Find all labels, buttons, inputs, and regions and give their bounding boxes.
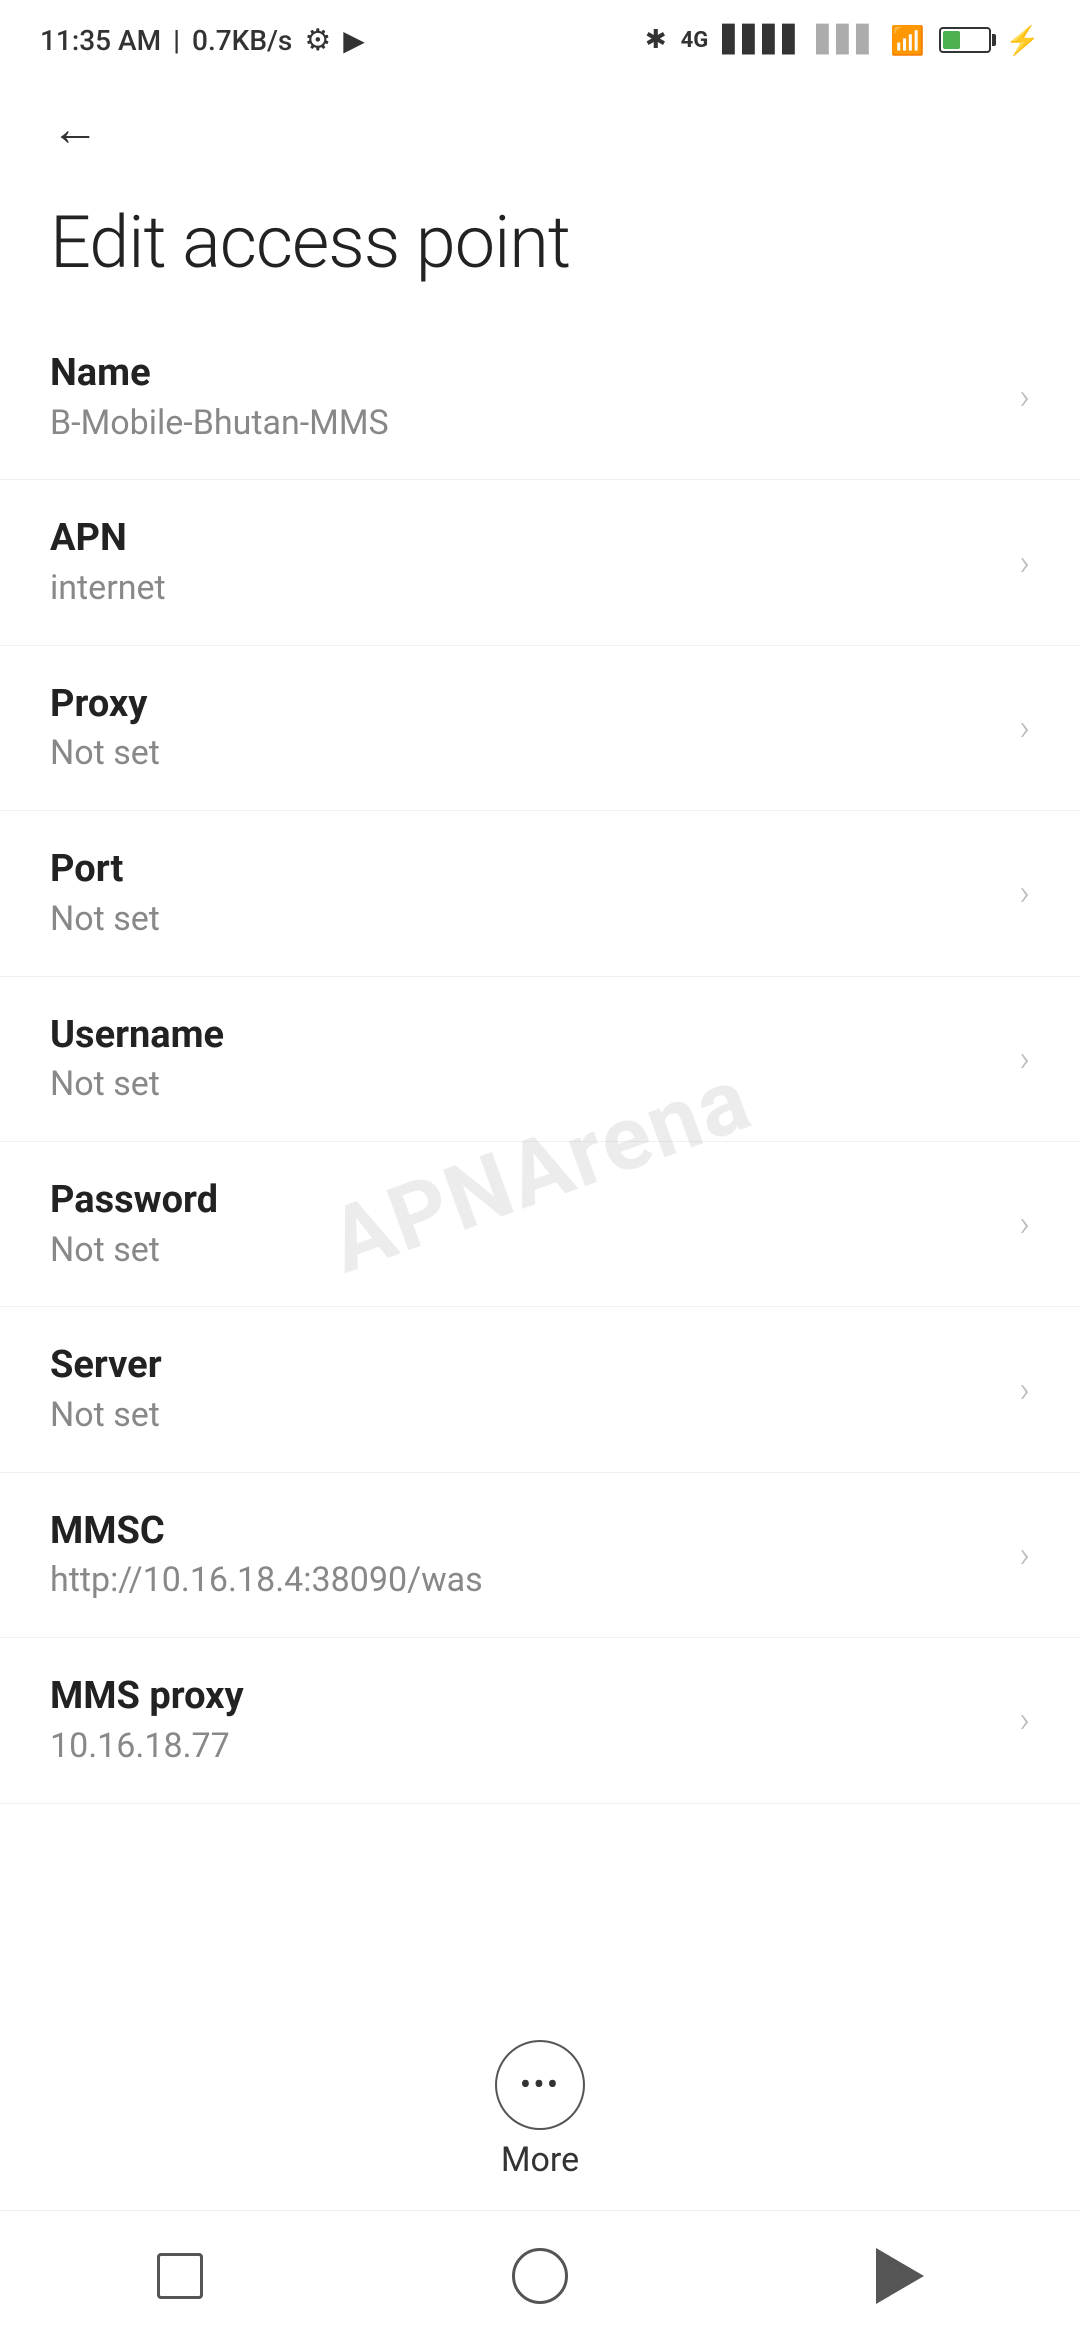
status-right: ✱ 4G ▋▋▋▋ ▋▋▋ 📶 ⚡ xyxy=(645,24,1040,57)
back-nav-button[interactable] xyxy=(860,2236,940,2316)
more-label: More xyxy=(501,2140,579,2180)
home-button[interactable] xyxy=(500,2236,580,2316)
wifi-icon: 📶 xyxy=(890,24,925,57)
home-icon xyxy=(512,2248,568,2304)
settings-item-proxy-label: Proxy xyxy=(50,682,999,728)
chevron-username-icon: › xyxy=(1019,1038,1030,1080)
settings-item-name[interactable]: Name B-Mobile-Bhutan-MMS › xyxy=(0,315,1080,480)
page-title: Edit access point xyxy=(0,180,1080,315)
settings-item-password[interactable]: Password Not set › xyxy=(0,1142,1080,1307)
status-speed: 0.7KB/s xyxy=(192,24,292,57)
settings-item-proxy-value: Not set xyxy=(50,733,999,774)
recent-apps-button[interactable] xyxy=(140,2236,220,2316)
settings-item-mmsc-value: http://10.16.18.4:38090/was xyxy=(50,1560,999,1601)
charging-icon: ⚡ xyxy=(1005,24,1040,57)
status-bar: 11:35 AM | 0.7KB/s ⚙ ▶ ✱ 4G ▋▋▋▋ ▋▋▋ 📶 ⚡ xyxy=(0,0,1080,80)
chevron-name-icon: › xyxy=(1019,376,1030,418)
settings-item-apn-label: APN xyxy=(50,516,999,562)
settings-item-server-content: Server Not set xyxy=(50,1343,999,1435)
back-arrow-icon: ← xyxy=(51,106,99,154)
settings-item-mmsc-content: MMSC http://10.16.18.4:38090/was xyxy=(50,1509,999,1601)
settings-item-username-content: Username Not set xyxy=(50,1013,999,1105)
more-button[interactable]: ••• More xyxy=(495,2040,585,2180)
battery-box xyxy=(939,27,991,53)
settings-item-apn[interactable]: APN internet › xyxy=(0,480,1080,645)
settings-item-port-label: Port xyxy=(50,847,999,893)
recent-apps-icon xyxy=(157,2253,203,2299)
status-time: 11:35 AM xyxy=(40,24,161,57)
settings-item-name-content: Name B-Mobile-Bhutan-MMS xyxy=(50,351,999,443)
settings-item-username-value: Not set xyxy=(50,1064,999,1105)
settings-item-mms-proxy[interactable]: MMS proxy 10.16.18.77 › xyxy=(0,1638,1080,1803)
nav-bar xyxy=(0,2210,1080,2340)
chevron-port-icon: › xyxy=(1019,872,1030,914)
settings-item-mms-proxy-label: MMS proxy xyxy=(50,1674,999,1720)
back-button[interactable]: ← xyxy=(40,95,110,165)
settings-item-port-value: Not set xyxy=(50,899,999,940)
status-separator: | xyxy=(173,24,180,57)
settings-list: Name B-Mobile-Bhutan-MMS › APN internet … xyxy=(0,315,1080,1804)
battery-indicator xyxy=(939,27,991,53)
video-icon: ▶ xyxy=(343,24,365,57)
signal-4g-icon: 4G xyxy=(681,28,709,53)
signal-bars2-icon: ▋▋▋ xyxy=(816,25,876,55)
settings-item-mmsc-label: MMSC xyxy=(50,1509,999,1555)
settings-item-proxy[interactable]: Proxy Not set › xyxy=(0,646,1080,811)
settings-item-username[interactable]: Username Not set › xyxy=(0,977,1080,1142)
settings-item-password-label: Password xyxy=(50,1178,999,1224)
settings-item-apn-value: internet xyxy=(50,568,999,609)
signal-bars-icon: ▋▋▋▋ xyxy=(722,25,802,55)
settings-item-mms-proxy-value: 10.16.18.77 xyxy=(50,1726,999,1767)
chevron-proxy-icon: › xyxy=(1019,707,1030,749)
settings-item-username-label: Username xyxy=(50,1013,999,1059)
settings-item-mms-proxy-content: MMS proxy 10.16.18.77 xyxy=(50,1674,999,1766)
settings-item-server-label: Server xyxy=(50,1343,999,1389)
settings-item-port[interactable]: Port Not set › xyxy=(0,811,1080,976)
chevron-mmsc-icon: › xyxy=(1019,1534,1030,1576)
status-left: 11:35 AM | 0.7KB/s ⚙ ▶ xyxy=(40,23,365,58)
settings-item-mmsc[interactable]: MMSC http://10.16.18.4:38090/was › xyxy=(0,1473,1080,1638)
settings-item-server-value: Not set xyxy=(50,1395,999,1436)
settings-icon: ⚙ xyxy=(304,23,331,58)
chevron-apn-icon: › xyxy=(1019,542,1030,584)
more-circle: ••• xyxy=(495,2040,585,2130)
settings-item-password-content: Password Not set xyxy=(50,1178,999,1270)
chevron-password-icon: › xyxy=(1019,1203,1030,1245)
chevron-server-icon: › xyxy=(1019,1369,1030,1411)
settings-item-name-value: B-Mobile-Bhutan-MMS xyxy=(50,403,999,444)
more-dots-icon: ••• xyxy=(520,2068,560,2102)
chevron-mms-proxy-icon: › xyxy=(1019,1699,1030,1741)
settings-item-name-label: Name xyxy=(50,351,999,397)
settings-item-apn-content: APN internet xyxy=(50,516,999,608)
battery-fill xyxy=(943,31,960,49)
settings-item-port-content: Port Not set xyxy=(50,847,999,939)
settings-item-proxy-content: Proxy Not set xyxy=(50,682,999,774)
settings-item-password-value: Not set xyxy=(50,1230,999,1271)
back-nav-icon xyxy=(876,2248,924,2304)
top-bar: ← xyxy=(0,80,1080,180)
bluetooth-icon: ✱ xyxy=(645,25,667,55)
settings-item-server[interactable]: Server Not set › xyxy=(0,1307,1080,1472)
